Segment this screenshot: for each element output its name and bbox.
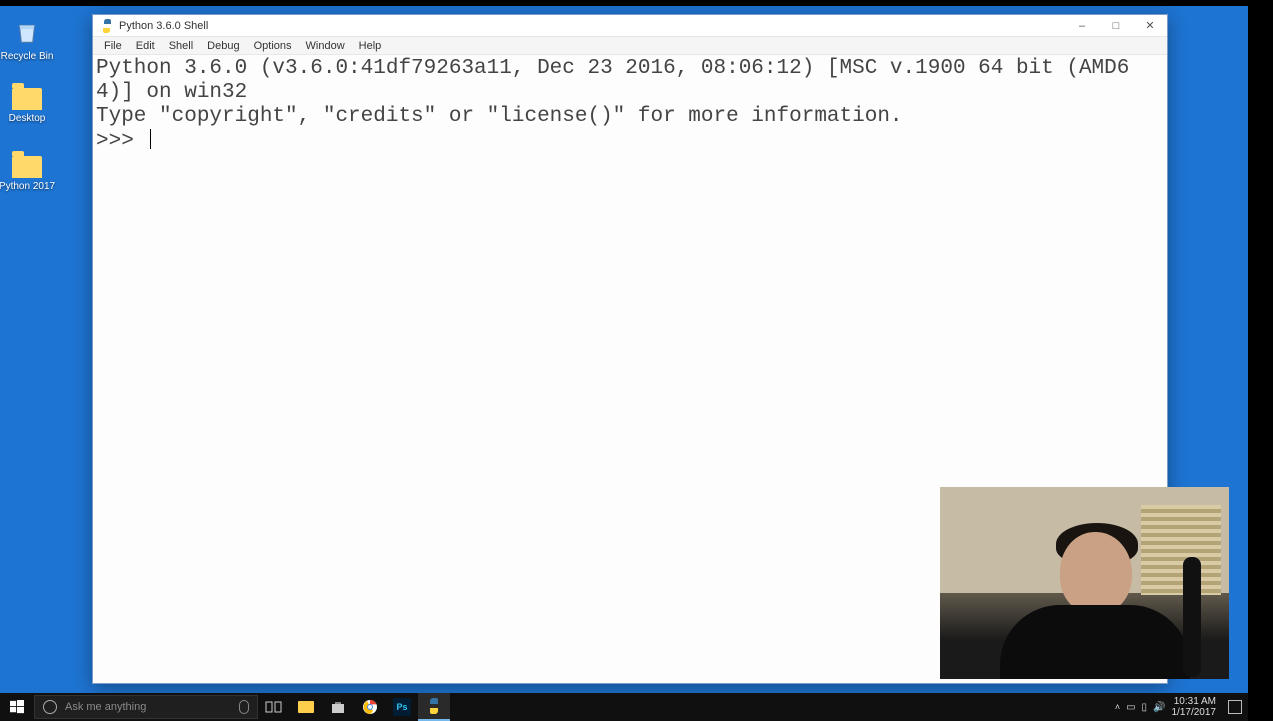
task-view-icon	[265, 698, 283, 716]
tray-battery-icon[interactable]: ▭	[1126, 702, 1135, 713]
shell-prompt: >>>	[96, 130, 146, 153]
menubar: File Edit Shell Debug Options Window Hel…	[93, 37, 1167, 55]
titlebar[interactable]: Python 3.6.0 Shell – □ ✕	[93, 15, 1167, 37]
maximize-button[interactable]: □	[1099, 15, 1133, 37]
desktop-icon-label: Desktop	[0, 113, 62, 124]
tray-volume-icon[interactable]: 🔊	[1153, 702, 1165, 713]
taskbar: Ask me anything Ps ˄ ▭ ▯ 🔊 10:31 AM 1/17…	[0, 693, 1248, 721]
python-icon	[99, 18, 115, 34]
windows-icon	[10, 700, 24, 714]
store-icon	[329, 698, 347, 716]
desktop-icon-label: Python 2017	[0, 181, 62, 192]
shell-text-area[interactable]: Python 3.6.0 (v3.6.0:41df79263a11, Dec 2…	[93, 55, 1167, 156]
system-tray: ˄ ▭ ▯ 🔊 10:31 AM 1/17/2017	[1115, 696, 1248, 718]
taskbar-app-python-idle[interactable]	[418, 693, 450, 721]
desktop-icon-label: Recycle Bin	[0, 51, 62, 62]
task-view-button[interactable]	[258, 693, 290, 721]
cortana-search-box[interactable]: Ask me anything	[34, 695, 258, 719]
desktop-icon-recycle-bin[interactable]: Recycle Bin	[0, 14, 62, 62]
window-title: Python 3.6.0 Shell	[119, 20, 208, 32]
tray-network-icon[interactable]: ▯	[1142, 702, 1148, 713]
start-button[interactable]	[0, 693, 34, 721]
shell-banner-line1: Python 3.6.0 (v3.6.0:41df79263a11, Dec 2…	[96, 57, 1129, 104]
cortana-icon	[43, 700, 57, 714]
clock-date: 1/17/2017	[1172, 707, 1217, 718]
menu-debug[interactable]: Debug	[200, 39, 246, 53]
recycle-bin-icon	[10, 14, 44, 48]
menu-file[interactable]: File	[97, 39, 129, 53]
minimize-button[interactable]: –	[1065, 15, 1099, 37]
menu-options[interactable]: Options	[247, 39, 299, 53]
desktop-icon-python2017-folder[interactable]: Python 2017	[0, 150, 62, 192]
menu-window[interactable]: Window	[299, 39, 352, 53]
close-button[interactable]: ✕	[1133, 15, 1167, 37]
taskbar-clock[interactable]: 10:31 AM 1/17/2017	[1172, 696, 1217, 718]
python-icon	[425, 697, 443, 715]
text-cursor	[150, 129, 151, 149]
photoshop-icon: Ps	[393, 698, 411, 716]
taskbar-app-photoshop[interactable]: Ps	[386, 693, 418, 721]
taskbar-app-file-explorer[interactable]	[290, 693, 322, 721]
microphone-icon[interactable]	[239, 700, 249, 714]
menu-help[interactable]: Help	[352, 39, 389, 53]
search-placeholder: Ask me anything	[65, 701, 239, 713]
folder-icon	[12, 88, 42, 110]
clock-time: 10:31 AM	[1172, 696, 1217, 707]
menu-shell[interactable]: Shell	[162, 39, 200, 53]
folder-icon	[12, 156, 42, 178]
taskbar-app-store[interactable]	[322, 693, 354, 721]
desktop-icon-desktop-folder[interactable]: Desktop	[0, 82, 62, 124]
shell-banner-line2: Type "copyright", "credits" or "license(…	[96, 105, 903, 128]
action-center-icon[interactable]	[1228, 700, 1242, 714]
taskbar-app-chrome[interactable]	[354, 693, 386, 721]
tray-overflow-icon[interactable]: ˄	[1115, 702, 1120, 712]
menu-edit[interactable]: Edit	[129, 39, 162, 53]
folder-icon	[298, 701, 314, 713]
chrome-icon	[361, 698, 379, 716]
webcam-overlay	[940, 487, 1229, 679]
